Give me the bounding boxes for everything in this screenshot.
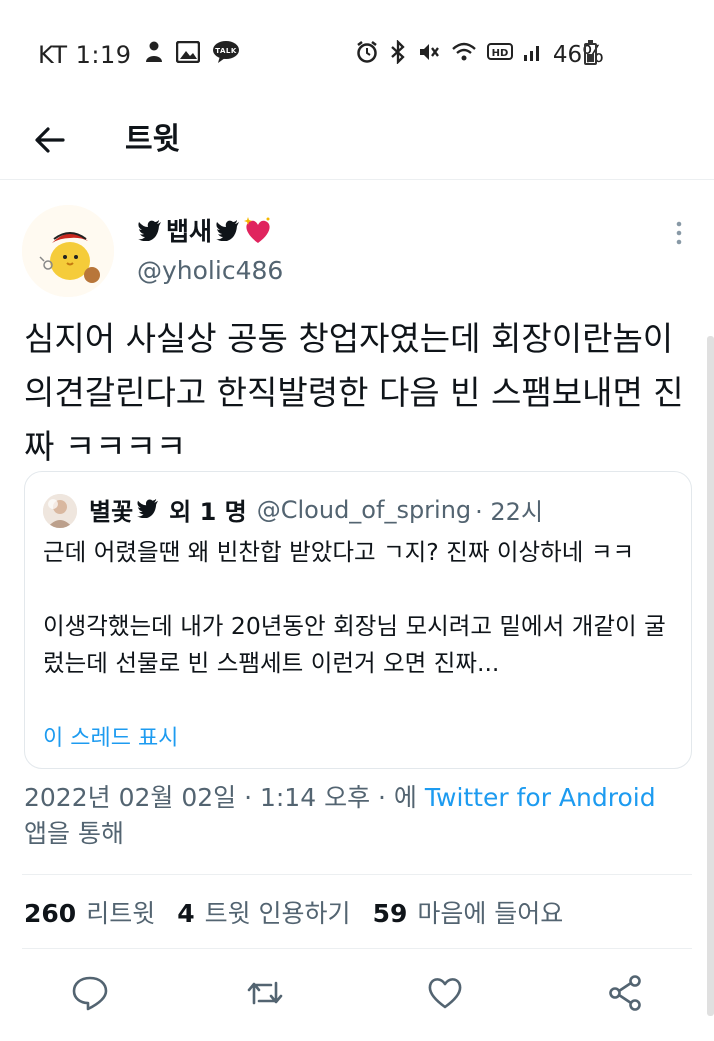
retweets-stat[interactable]: 260 리트윗 — [24, 894, 155, 930]
battery-icon — [584, 40, 597, 65]
tweet-date: 2022년 02월 02일 · 1:14 오후 · 에 — [24, 783, 425, 812]
page-title: 트윗 — [125, 122, 181, 157]
divider — [22, 948, 692, 949]
status-bar: KT 1:19 TALK HD 46% — [0, 0, 714, 108]
mute-icon — [417, 40, 441, 70]
like-icon[interactable] — [425, 973, 465, 1013]
quotes-count: 4 — [177, 899, 195, 928]
retweet-icon[interactable] — [245, 973, 285, 1013]
quoted-time: · 22시 — [475, 498, 544, 526]
handle[interactable]: @yholic486 — [137, 256, 283, 285]
retweets-count: 260 — [24, 899, 77, 928]
gallery-icon — [175, 40, 200, 69]
tweet-source-suffix: 앱을 통해 — [24, 819, 124, 848]
quoted-avatar — [43, 494, 77, 528]
avatar[interactable] — [22, 205, 114, 297]
retweets-label: 리트윗 — [86, 899, 156, 928]
status-left: KT 1:19 TALK — [38, 40, 240, 70]
status-right: HD 46% — [355, 39, 604, 70]
tweet-text: 심지어 사실상 공동 창업자였는데 회장이란놈이 의견갈린다고 한직발령한 다음… — [24, 319, 684, 466]
signal-icon — [523, 41, 543, 69]
divider — [22, 874, 692, 875]
top-bar: 트윗 — [0, 100, 714, 180]
more-options-icon[interactable] — [669, 218, 689, 248]
quotes-stat[interactable]: 4 트윗 인용하기 — [177, 894, 350, 930]
quoted-tweet[interactable]: 별꽃 외 1 명 @Cloud_of_spring · 22시 근데 어렸을땐 … — [24, 471, 692, 769]
scrollbar[interactable] — [707, 336, 714, 1016]
display-name: 뱁새 — [166, 217, 213, 246]
quotes-label: 트윗 인용하기 — [204, 899, 351, 928]
likes-count: 59 — [372, 899, 408, 928]
likes-label: 마음에 들어요 — [417, 899, 564, 928]
tweet-stats: 260 리트윗 4 트윗 인용하기 59 마음에 들어요 — [24, 894, 585, 930]
wifi-icon — [451, 41, 477, 69]
alarm-icon — [355, 40, 379, 70]
show-thread-link[interactable]: 이 스레드 표시 — [43, 720, 178, 752]
quoted-others: 외 1 명 — [169, 498, 247, 526]
action-bar — [0, 965, 714, 1021]
tweet-meta: 2022년 02월 02일 · 1:14 오후 · 에 Twitter for … — [24, 780, 684, 852]
sparkle-heart-icon — [242, 215, 274, 245]
bird-icon — [138, 219, 162, 241]
talk-icon: TALK — [212, 40, 240, 70]
bluetooth-icon — [389, 39, 407, 70]
talk-label: TALK — [215, 47, 237, 55]
quoted-handle: @Cloud_of_spring — [256, 495, 472, 524]
tweet-source-link[interactable]: Twitter for Android — [425, 783, 656, 812]
carrier-time: KT 1:19 — [38, 41, 132, 69]
person-icon — [144, 40, 164, 70]
quoted-text: 근데 어렸을땐 왜 빈찬합 받았다고 ㄱ지? 진짜 이상하네 ㅋㅋ 이생각했는데… — [43, 538, 666, 677]
hd-label: HD — [492, 48, 509, 59]
likes-stat[interactable]: 59 마음에 들어요 — [373, 894, 564, 930]
share-icon[interactable] — [605, 973, 645, 1013]
quoted-display-name: 별꽃 — [89, 498, 134, 526]
reply-icon[interactable] — [70, 973, 110, 1013]
quoted-header: 별꽃 외 1 명 @Cloud_of_spring · 22시 — [89, 492, 543, 527]
bird-icon — [137, 496, 159, 524]
hd-icon: HD — [486, 42, 513, 68]
display-name-row[interactable]: 뱁새 — [138, 212, 274, 248]
bird-icon — [216, 219, 240, 241]
back-arrow-icon[interactable] — [30, 120, 70, 160]
